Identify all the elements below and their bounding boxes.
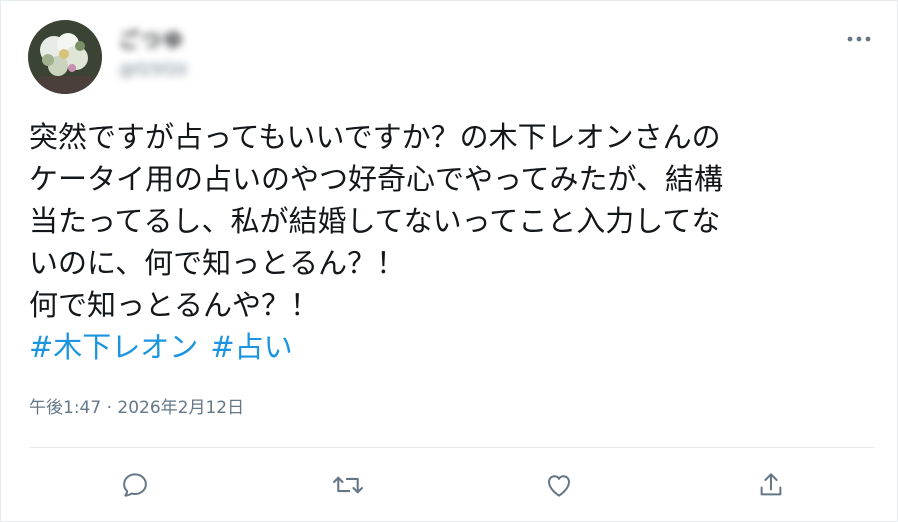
divider [29,447,875,448]
user-handle[interactable]: @f25f20 [119,59,187,81]
like-button[interactable] [541,467,577,503]
hashtags: #木下レオン #占い [29,326,305,368]
more-options-button[interactable] [845,29,873,49]
retweet-button[interactable] [330,467,366,503]
hashtag-link[interactable]: #占い [210,330,292,364]
retweet-icon [333,476,363,494]
reply-icon [123,473,147,497]
action-bar [1,467,898,503]
avatar[interactable] [28,20,102,94]
heart-icon [548,475,570,497]
display-name[interactable]: ごつゆ [119,27,187,53]
tweet-card: ごつゆ @f25f20 突然ですが占ってもいいですか？の木下レオンさんの ケータ… [0,0,898,522]
reply-button[interactable] [117,467,153,503]
tweet-text: 突然ですが占ってもいいですか？の木下レオンさんの ケータイ用の占いのやつ好奇心で… [29,120,723,322]
share-icon [760,473,782,496]
tweet-timestamp[interactable]: 午後1:47 · 2026年2月12日 [29,396,244,420]
user-info[interactable]: ごつゆ @f25f20 [119,27,187,81]
share-button[interactable] [753,467,789,503]
hashtag-link[interactable]: #木下レオン [29,330,198,364]
more-icon [847,36,871,42]
avatar-image [28,20,102,94]
